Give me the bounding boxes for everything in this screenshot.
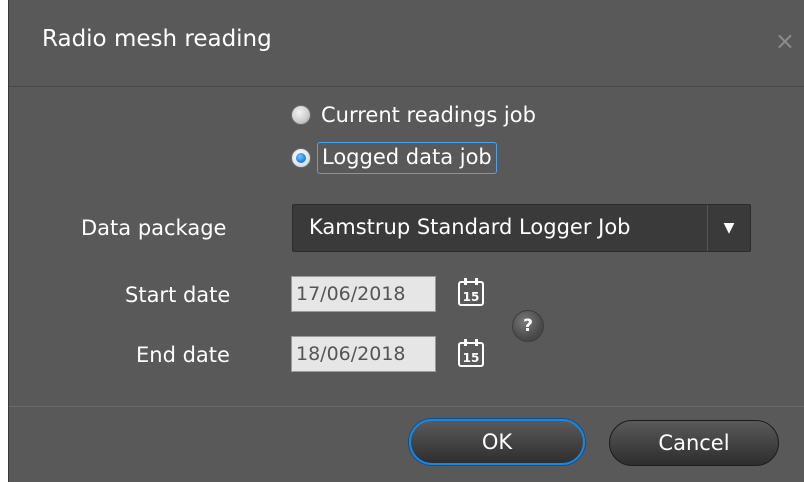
- radio-mesh-reading-dialog: Radio mesh reading × Current readings jo…: [8, 0, 804, 482]
- dropdown-arrow-icon[interactable]: ▼: [707, 205, 750, 251]
- radio-label-current-readings[interactable]: Current readings job: [321, 103, 536, 127]
- start-date-label: Start date: [125, 283, 231, 307]
- footer-divider: [9, 406, 804, 407]
- data-package-label: Data package: [81, 216, 227, 240]
- end-date-calendar-number: 15: [463, 351, 480, 365]
- radio-button-unchecked[interactable]: [291, 105, 311, 125]
- end-date-calendar-icon[interactable]: 15: [457, 338, 485, 368]
- data-package-value: Kamstrup Standard Logger Job: [309, 215, 631, 239]
- start-date-calendar-number: 15: [463, 290, 480, 304]
- start-date-input[interactable]: 17/06/2018: [291, 276, 436, 312]
- radio-current-readings-job[interactable]: Current readings job: [291, 103, 536, 127]
- end-date-input[interactable]: 18/06/2018: [291, 336, 436, 372]
- help-icon[interactable]: ?: [512, 310, 544, 342]
- end-date-label: End date: [136, 343, 230, 367]
- start-date-calendar-icon[interactable]: 15: [457, 277, 485, 307]
- radio-logged-data-job[interactable]: Logged data job: [291, 142, 497, 174]
- dialog-titlebar: Radio mesh reading ×: [9, 0, 804, 86]
- close-icon[interactable]: ×: [775, 26, 795, 56]
- ok-button[interactable]: OK: [409, 419, 585, 465]
- title-divider: [9, 86, 804, 87]
- radio-button-checked[interactable]: [291, 148, 311, 168]
- data-package-select[interactable]: Kamstrup Standard Logger Job ▼: [292, 204, 751, 252]
- dialog-title: Radio mesh reading: [42, 26, 272, 52]
- radio-label-logged-data[interactable]: Logged data job: [317, 142, 497, 174]
- cancel-button[interactable]: Cancel: [609, 420, 779, 466]
